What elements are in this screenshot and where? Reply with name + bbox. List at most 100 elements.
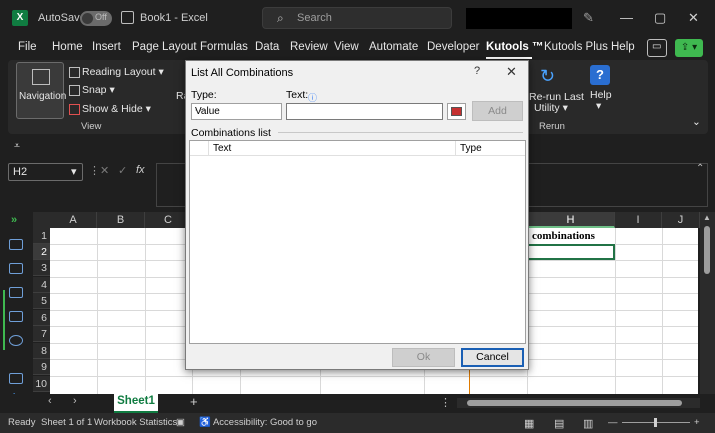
tab-view[interactable]: View [334, 41, 359, 53]
help-icon[interactable]: ? [590, 65, 610, 85]
tab-insert[interactable]: Insert [92, 41, 121, 53]
snap-icon [69, 85, 80, 96]
snap-button[interactable]: Snap ▾ [82, 84, 115, 96]
tab-review[interactable]: Review [290, 41, 328, 53]
expand-icon[interactable]: » [11, 214, 17, 226]
reading-layout-button[interactable]: Reading Layout ▾ [82, 66, 164, 78]
cell-h1[interactable]: combinations [532, 230, 595, 242]
quick-access-icon[interactable]: ⩡ [14, 140, 20, 153]
row-header[interactable]: 8 [33, 343, 50, 359]
insert-function-button[interactable]: fx [136, 164, 145, 176]
autosave-toggle[interactable]: Off [80, 11, 112, 26]
tab-data[interactable]: Data [255, 41, 279, 53]
sheet-list-icon[interactable] [9, 263, 23, 274]
confirm-entry-icon[interactable]: ✓ [118, 164, 127, 177]
find-replace-icon[interactable] [9, 335, 23, 346]
cancel-entry-icon[interactable]: ✕ [100, 164, 109, 177]
selected-cell-h2[interactable] [527, 244, 615, 260]
navigation-icon [32, 69, 50, 85]
cancel-button[interactable]: Cancel [461, 348, 524, 367]
vertical-scroll-thumb[interactable] [704, 226, 710, 274]
text-input[interactable] [286, 103, 443, 120]
row-header[interactable]: 3 [33, 260, 50, 276]
column-list-icon[interactable] [9, 311, 23, 322]
tab-help[interactable]: Help [611, 41, 635, 53]
comments-button[interactable]: ▭ [647, 39, 667, 57]
page-break-view-icon[interactable]: ▥ [583, 417, 593, 430]
macro-icon[interactable]: ▣ [176, 417, 185, 428]
workbook-statistics[interactable]: Workbook Statistics [94, 417, 177, 428]
row-header[interactable]: 10 [33, 376, 50, 392]
restore-button[interactable]: ▢ [654, 10, 666, 26]
tab-formulas[interactable]: Formulas [200, 41, 248, 53]
close-window-button[interactable]: ✕ [688, 10, 699, 26]
navigation-button[interactable]: Navigation [16, 62, 66, 119]
tab-options-icon[interactable]: ⋮ [440, 396, 451, 409]
column-header[interactable]: A [50, 212, 97, 228]
normal-view-icon[interactable]: ▦ [524, 417, 534, 430]
column-header[interactable]: I [615, 212, 662, 228]
column-header[interactable]: B [97, 212, 145, 228]
row-header[interactable]: 9 [33, 359, 50, 375]
sheet-tab[interactable]: Sheet1 [114, 391, 158, 413]
zoom-slider-thumb[interactable] [654, 418, 657, 427]
accessibility-status[interactable]: ♿ Accessibility: Good to go [199, 417, 317, 428]
combinations-list[interactable]: Text Type [189, 140, 526, 344]
help-dropdown-chevron[interactable]: ▾ [596, 100, 601, 112]
scroll-up-icon[interactable]: ▲ [703, 213, 711, 222]
collapse-formula-icon[interactable]: ⌃ [696, 163, 704, 174]
dialog-help-button[interactable]: ? [474, 65, 480, 77]
column-header-selected[interactable]: H [527, 212, 615, 228]
prev-sheet-icon[interactable]: ‹ [48, 395, 52, 407]
minimize-button[interactable]: — [620, 10, 633, 25]
row-header[interactable]: 4 [33, 277, 50, 293]
tab-kutools-plus[interactable]: Kutools Plus [544, 41, 608, 53]
name-box[interactable]: H2 ▾ [8, 163, 83, 181]
column-text-header[interactable]: Text [213, 143, 231, 154]
row-header[interactable]: 5 [33, 293, 50, 309]
tab-kutools[interactable]: Kutools ™ [486, 41, 544, 53]
add-button[interactable]: Add [472, 101, 523, 121]
share-button[interactable]: ⇪ ▾ [675, 39, 703, 57]
zoom-in-icon[interactable]: + [694, 417, 700, 428]
horizontal-scroll-thumb[interactable] [467, 400, 682, 406]
rerun-button-line2[interactable]: Utility ▾ [534, 102, 568, 114]
collapse-ribbon-icon[interactable]: ⌄ [692, 116, 701, 128]
name-box-value: H2 [13, 166, 28, 178]
search-placeholder: Search [297, 12, 332, 24]
save-icon[interactable] [121, 11, 134, 24]
row-header[interactable]: 6 [33, 310, 50, 326]
tab-file[interactable]: File [18, 41, 37, 53]
range-picker-button[interactable] [447, 103, 466, 120]
row-header[interactable]: 7 [33, 326, 50, 342]
add-sheet-button[interactable]: + [190, 394, 198, 409]
column-type-header[interactable]: Type [460, 143, 482, 154]
column-header[interactable]: J [662, 212, 700, 228]
show-hide-button[interactable]: Show & Hide ▾ [82, 103, 151, 115]
zoom-out-icon[interactable]: — [608, 417, 618, 428]
page-layout-view-icon[interactable]: ▤ [554, 417, 564, 430]
row-header[interactable]: 1 [33, 228, 50, 244]
tab-developer[interactable]: Developer [427, 41, 479, 53]
rerun-group-label: Rerun [539, 121, 565, 132]
external-link-icon[interactable] [9, 373, 23, 384]
tab-automate[interactable]: Automate [369, 41, 418, 53]
tab-home[interactable]: Home [52, 41, 83, 53]
horizontal-scrollbar[interactable] [457, 398, 700, 408]
excel-logo-icon: X [12, 10, 28, 26]
row-header-selected[interactable]: 2 [33, 244, 50, 260]
resource-icon[interactable] [9, 287, 23, 298]
combinations-list-label: Combinations list [191, 127, 271, 139]
pen-icon[interactable]: ✎ [583, 10, 594, 26]
search-icon: ⌕ [277, 11, 284, 25]
select-all-corner[interactable] [33, 212, 50, 228]
type-select[interactable]: Value ⌵ [191, 103, 282, 120]
vertical-scrollbar[interactable]: ▲ [700, 212, 715, 394]
dialog-close-button[interactable]: ✕ [506, 64, 517, 80]
workbook-icon[interactable] [9, 239, 23, 250]
tab-page-layout[interactable]: Page Layout [132, 41, 197, 53]
ok-button[interactable]: Ok [392, 348, 455, 367]
active-tab-indicator [486, 57, 532, 59]
search-input[interactable]: ⌕ Search [262, 7, 452, 29]
next-sheet-icon[interactable]: › [73, 395, 77, 407]
